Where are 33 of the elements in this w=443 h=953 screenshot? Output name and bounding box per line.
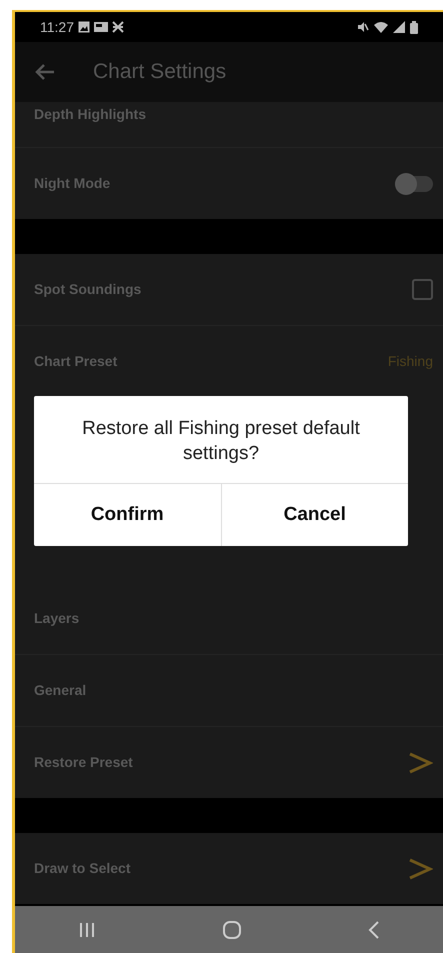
- status-time: 11:27: [40, 18, 74, 36]
- toggle-switch[interactable]: [395, 176, 433, 192]
- home-icon[interactable]: [222, 920, 242, 940]
- checkbox[interactable]: [412, 279, 433, 300]
- back-arrow-icon[interactable]: [35, 63, 55, 81]
- settings-row[interactable]: Night Mode: [15, 148, 443, 219]
- recent-apps-icon[interactable]: [78, 922, 96, 938]
- row-label: Layers: [34, 609, 80, 628]
- row-label: General: [34, 681, 86, 700]
- settings-row[interactable]: Restore Preset: [15, 727, 443, 798]
- screen-title: Chart Settings: [93, 59, 226, 86]
- dialog-message: Restore all Fishing preset default settings?: [81, 417, 361, 466]
- row-label: Depth Highlights: [34, 105, 146, 124]
- row-label: Chart Preset: [34, 352, 118, 371]
- row-label: Draw to Select: [34, 859, 130, 878]
- signal-icon: [393, 21, 405, 33]
- settings-row[interactable]: General: [15, 655, 443, 726]
- row-label: Spot Soundings: [34, 280, 142, 299]
- dialog-button[interactable]: Cancel: [220, 484, 408, 546]
- chevron-icon: [407, 750, 433, 776]
- wifi-icon: [374, 21, 388, 33]
- image-icon: [78, 21, 90, 33]
- mute-icon: [357, 21, 369, 33]
- settings-row[interactable]: Layers: [15, 583, 443, 654]
- chevron-icon: [407, 856, 433, 882]
- settings-row[interactable]: Depth Highlights: [15, 102, 443, 147]
- settings-row[interactable]: Spot Soundings: [15, 254, 443, 325]
- battery-icon: [410, 20, 418, 34]
- back-icon[interactable]: [368, 920, 380, 938]
- settings-row[interactable]: Draw to Select: [15, 833, 443, 904]
- row-label: Restore Preset: [34, 753, 133, 772]
- row-label: Night Mode: [34, 174, 110, 193]
- dialog-button[interactable]: Confirm: [34, 484, 220, 546]
